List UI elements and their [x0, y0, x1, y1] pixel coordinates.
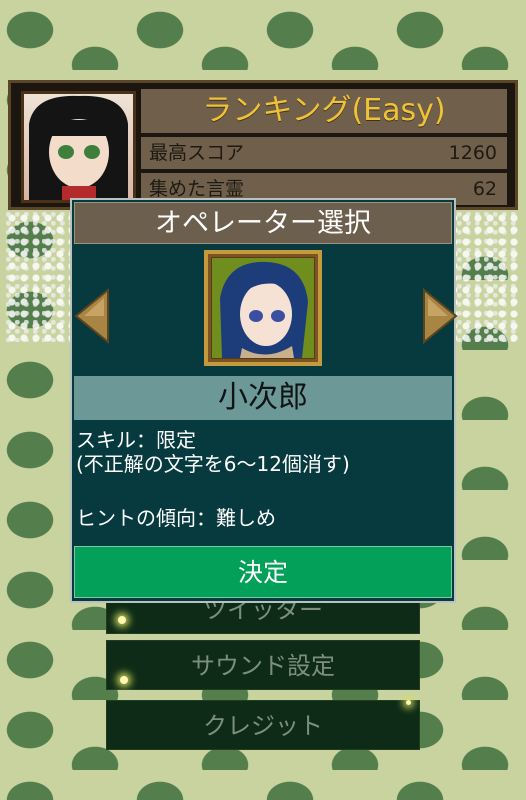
next-operator-button[interactable] — [420, 287, 458, 345]
hint-tendency: ヒントの傾向：難しめ — [76, 506, 276, 530]
collected-value: 62 — [472, 178, 497, 200]
high-score-value: 1260 — [448, 142, 497, 164]
player-avatar — [21, 91, 136, 203]
operator-skill: スキル：限定 (不正解の文字を6〜12個消す) — [76, 428, 448, 476]
operator-portrait — [204, 250, 322, 366]
dialog-title: オペレーター選択 — [74, 202, 452, 244]
skill-description: (不正解の文字を6〜12個消す) — [76, 452, 350, 476]
high-score-label: 最高スコア — [149, 142, 245, 164]
sound-settings-button[interactable]: サウンド設定 — [106, 640, 420, 690]
firefly-decoration — [118, 616, 126, 624]
previous-operator-button[interactable] — [74, 287, 112, 345]
operator-name: 小次郎 — [74, 376, 452, 420]
arrow-left-icon — [74, 287, 109, 345]
arrow-right-icon — [423, 287, 458, 345]
firefly-decoration — [120, 676, 128, 684]
operator-select-dialog: オペレーター選択 小次郎 スキル：限定 (不正解の文字を6〜12個消す) ヒント… — [70, 198, 458, 603]
high-score-row: 最高スコア 1260 — [141, 137, 507, 169]
firefly-decoration — [406, 700, 411, 705]
lace-decoration-right — [448, 212, 520, 342]
skill-line: スキル：限定 — [76, 428, 196, 452]
credits-button[interactable]: クレジット — [106, 700, 420, 750]
lace-decoration-left — [6, 212, 78, 342]
confirm-button[interactable]: 決定 — [74, 546, 452, 598]
ranking-panel: ランキング(Easy) 最高スコア 1260 集めた言霊 62 — [8, 80, 518, 210]
ranking-title: ランキング(Easy) — [141, 89, 507, 133]
